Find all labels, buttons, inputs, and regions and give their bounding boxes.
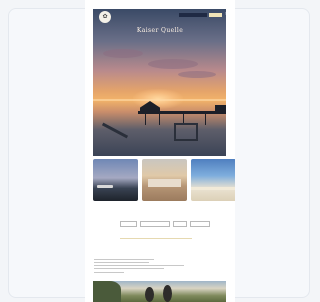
gift-voucher-button[interactable] [209,13,222,17]
filter-row [120,221,220,227]
steps [101,122,129,139]
cloud [148,59,198,69]
filter-button[interactable] [120,221,137,227]
pier-leg [205,113,206,125]
filter-button[interactable] [190,221,210,227]
text-line [94,268,164,269]
text-line [94,272,124,273]
filter-button[interactable] [140,221,170,227]
text-line [94,262,149,263]
text-line [94,265,184,266]
book-button[interactable] [179,13,207,17]
teaser-tiles [93,159,235,201]
pier-leg [145,113,146,125]
divider [120,238,192,239]
pier [138,111,226,114]
teaser-tile[interactable] [93,159,138,201]
building-shape [148,179,181,187]
tree-shape [93,281,121,302]
logo[interactable]: ✿ [99,11,111,23]
person-figure [145,287,154,302]
boat-shape [97,185,113,188]
beach-shape [191,187,235,190]
teaser-tile[interactable] [142,159,187,201]
pier-leg [159,113,160,125]
cloud [103,49,143,58]
hero-title: Kaiser Quelle [136,27,184,34]
bottom-photo [93,281,226,302]
teaser-tile[interactable] [191,159,235,201]
cloud [178,71,216,78]
menu-icon[interactable]: ≡ [225,12,229,17]
website-preview: ✿ ≡ Kaiser Quelle [85,0,235,302]
horizon [93,99,226,101]
filter-button[interactable] [173,221,187,227]
person-figure [163,285,172,302]
text-line [94,259,154,260]
dock-frame [174,123,198,141]
pier-end-building [215,105,226,113]
